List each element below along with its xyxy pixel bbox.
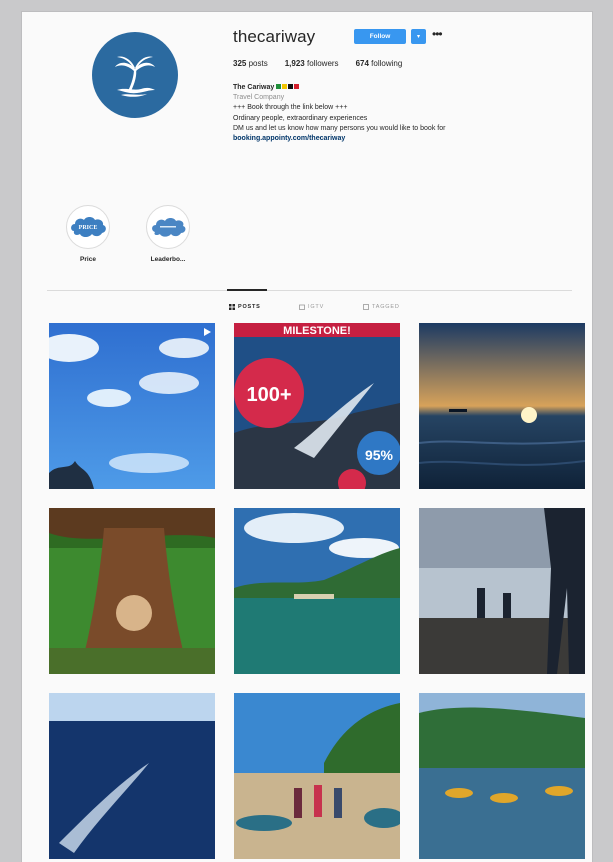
avatar[interactable]	[92, 32, 178, 118]
tabs-divider	[47, 290, 572, 291]
suggestions-dropdown-button[interactable]: ▾	[411, 29, 426, 44]
followers-count[interactable]: 1,923 followers	[285, 59, 339, 68]
flag-emoji-icon	[276, 84, 300, 91]
highlight-badge-text: PRICE	[79, 225, 98, 231]
milestone-headline: MILESTONE!	[283, 325, 351, 337]
post-thumbnail-sunset[interactable]	[419, 323, 585, 489]
chevron-down-icon: ▾	[416, 34, 420, 40]
cloud-badge-icon	[152, 218, 186, 237]
cloud-badge-icon: PRICE	[71, 217, 106, 237]
active-tab-indicator	[227, 289, 267, 291]
post-thumbnail-open-sea[interactable]	[49, 693, 215, 859]
post-thumbnail-milestone[interactable]: 100+ 95% MILESTONE!	[234, 323, 400, 489]
milestone-number: 100+	[246, 384, 291, 406]
flag-square	[276, 84, 282, 89]
highlight-leaderboard[interactable]: Leaderbo...	[138, 205, 198, 263]
tab-label: IGTV	[308, 304, 325, 310]
tab-tagged[interactable]: TAGGED	[363, 304, 400, 310]
profile-bio: The Cariway Travel Company +++ Book thro…	[233, 83, 573, 144]
highlight-cover: PRICE	[66, 205, 110, 249]
posts-count: 325 posts	[233, 59, 268, 68]
more-options-button[interactable]: •••	[432, 27, 443, 41]
following-count[interactable]: 674 following	[356, 59, 403, 68]
post-thumbnail-sky[interactable]	[49, 323, 215, 489]
tv-icon	[299, 304, 305, 310]
grid-icon	[229, 304, 235, 310]
tab-posts[interactable]: POSTS	[229, 304, 261, 310]
highlight-price[interactable]: PRICE Price	[58, 205, 118, 263]
bio-line: Ordinary people, extraordinary experienc…	[233, 114, 368, 122]
highlight-cover	[146, 205, 190, 249]
more-icon: •••	[432, 27, 443, 41]
flag-square	[288, 84, 294, 89]
profile-category: Travel Company	[233, 94, 285, 102]
palm-tree-icon	[115, 56, 155, 97]
profile-stats: 325 posts 1,923 followers 674 following	[233, 59, 402, 68]
profile-website-link[interactable]: booking.appointy.com/thecariway	[233, 134, 573, 144]
tab-label: TAGGED	[372, 304, 400, 310]
follow-button[interactable]: Follow	[354, 29, 406, 44]
post-thumbnail-tree[interactable]	[49, 508, 215, 674]
profile-page: thecariway Follow ▾ ••• 325 posts 1,923 …	[22, 12, 592, 862]
post-thumbnail-kayaks-beach[interactable]	[234, 693, 400, 859]
flag-square	[294, 84, 300, 89]
username: thecariway	[233, 27, 316, 46]
post-thumbnail-kayak-group[interactable]	[419, 693, 585, 859]
flag-square	[282, 84, 288, 89]
post-thumbnail-bay[interactable]	[234, 508, 400, 674]
profile-name: The Cariway	[233, 84, 275, 91]
highlight-label: Price	[80, 256, 96, 263]
tab-label: POSTS	[238, 304, 261, 310]
milestone-percent: 95%	[365, 447, 394, 463]
profile-name-line: The Cariway	[233, 83, 573, 93]
highlight-label: Leaderbo...	[150, 256, 186, 263]
tag-icon	[363, 304, 369, 310]
bio-line: DM us and let us know how many persons y…	[233, 124, 446, 132]
bio-line: +++ Book through the link below +++	[233, 104, 348, 112]
post-thumbnail-beach-people[interactable]	[419, 508, 585, 674]
tab-igtv[interactable]: IGTV	[299, 304, 324, 310]
